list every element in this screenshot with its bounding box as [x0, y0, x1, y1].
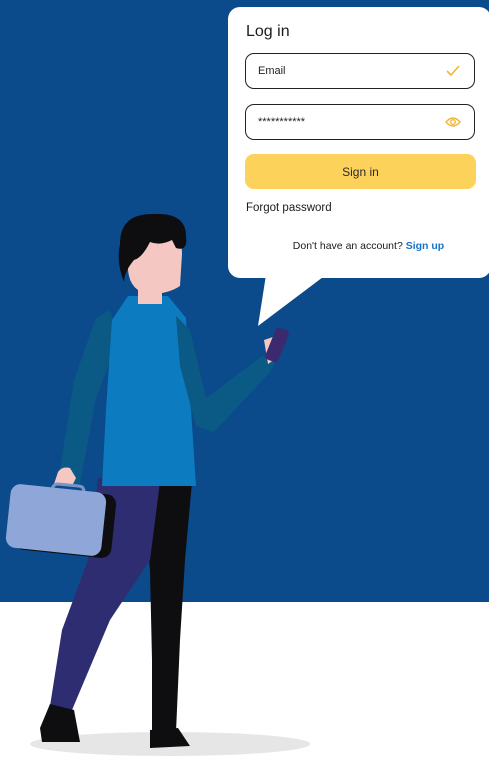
- sign-in-button[interactable]: Sign in: [245, 154, 476, 189]
- signup-row: Don't have an account? Sign up: [228, 240, 489, 252]
- email-field[interactable]: [245, 53, 475, 89]
- password-input[interactable]: [258, 116, 444, 128]
- sign-up-link[interactable]: Sign up: [406, 240, 445, 252]
- email-input[interactable]: [258, 65, 444, 77]
- eye-icon[interactable]: [444, 113, 462, 131]
- forgot-password-link[interactable]: Forgot password: [246, 202, 332, 214]
- signup-prompt: Don't have an account?: [292, 240, 406, 252]
- password-field[interactable]: [245, 104, 475, 140]
- login-card: Log in Sign in Forgot password Don't hav…: [228, 7, 489, 278]
- login-title: Log in: [246, 23, 290, 40]
- checkmark-icon: [444, 62, 462, 80]
- login-scene: Log in Sign in Forgot password Don't hav…: [0, 0, 489, 757]
